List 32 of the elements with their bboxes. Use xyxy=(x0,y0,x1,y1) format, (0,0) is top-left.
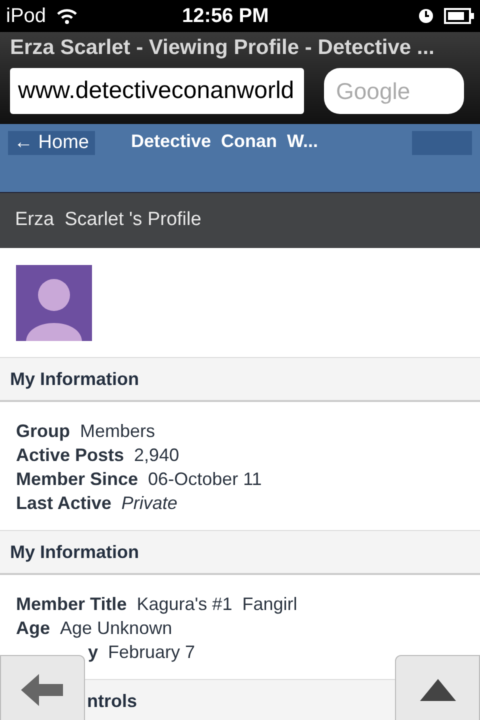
search-field[interactable]: Google xyxy=(324,68,464,114)
battery-icon xyxy=(444,8,474,24)
field-label: Member Title xyxy=(16,592,127,616)
field-label: Group xyxy=(16,420,70,443)
field-value: 2,940 xyxy=(134,444,180,466)
field-value: Age Unknown xyxy=(60,616,172,640)
field-label: y xyxy=(88,640,98,664)
field-label: Member Since xyxy=(16,468,138,490)
section-heading: ntrols xyxy=(87,690,138,712)
clock-icon xyxy=(418,8,434,24)
section-heading: My Information xyxy=(10,540,139,564)
back-arrow-icon xyxy=(20,674,64,706)
field-value: 06-October 11 xyxy=(148,468,262,490)
url-field[interactable]: www.detectiveconanworld xyxy=(10,68,304,114)
field-label: Age xyxy=(16,616,50,640)
field-value: February 7 xyxy=(108,640,196,664)
up-triangle-icon xyxy=(420,679,456,701)
field-label: Last Active xyxy=(16,492,112,514)
profile-title: Erza Scarlet 's Profile xyxy=(15,208,202,232)
back-button[interactable] xyxy=(0,655,85,720)
field-value: Private xyxy=(121,492,178,514)
field-label: Active Posts xyxy=(16,444,124,466)
device-name: iPod xyxy=(6,4,46,29)
wifi-icon xyxy=(56,7,78,25)
section-heading: My Information xyxy=(10,368,139,391)
site-title: Detective Conan W... xyxy=(130,130,318,153)
scroll-top-button[interactable] xyxy=(395,655,480,720)
page-title: Erza Scarlet - Viewing Profile - Detective ... xyxy=(10,35,436,61)
home-button[interactable]: ← Home xyxy=(8,131,95,155)
field-value: Members xyxy=(80,420,156,442)
field-value: Kagura's #1 Fangirl xyxy=(136,592,298,616)
clock-time: 12:56 PM xyxy=(182,4,269,29)
